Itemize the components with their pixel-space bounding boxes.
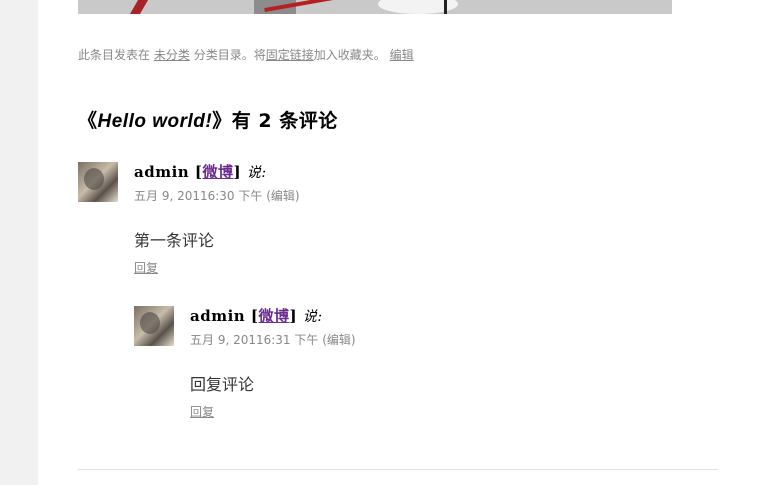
category-link[interactable]: 未分类 (154, 48, 190, 62)
comment-text: 回复评论 (190, 375, 255, 394)
comment-date-link[interactable]: 五月 9, 20116:30 下午 (134, 189, 262, 203)
post-title: Hello world! (97, 111, 213, 132)
bracket-open: [ (250, 307, 259, 325)
bracket-open: [ (194, 163, 203, 181)
bracket-close: ] (289, 307, 298, 325)
permalink-link[interactable]: 固定链接 (266, 48, 314, 62)
entry-meta-mid: 分类目录。将 (193, 48, 266, 62)
says-label: 说: (246, 165, 267, 181)
entry-meta: 此条目发表在 未分类 分类目录。将固定链接加入收藏夹。 编辑 (78, 46, 414, 63)
author-name: admin (134, 163, 190, 181)
entry-meta-prefix: 此条目发表在 (78, 48, 151, 62)
edit-comment-link[interactable]: (编辑) (322, 333, 355, 347)
edit-comment-link[interactable]: (编辑) (266, 189, 299, 203)
avatar (78, 162, 118, 202)
header-image (78, 0, 672, 14)
divider (78, 469, 718, 470)
comment-date-link[interactable]: 五月 9, 20116:31 下午 (190, 333, 318, 347)
says-label: 说: (302, 309, 323, 325)
bracket-close: ] (233, 163, 242, 181)
reply-link[interactable]: 回复 (190, 403, 214, 420)
comment-meta: 五月 9, 20116:30 下午 (编辑) (134, 187, 300, 204)
title-open-bracket: 《 (78, 110, 98, 132)
reply-link[interactable]: 回复 (134, 259, 158, 276)
comments-title: 《Hello world!》有 2 条评论 (78, 106, 338, 133)
content-area: 此条目发表在 未分类 分类目录。将固定链接加入收藏夹。 编辑 《Hello wo… (38, 0, 757, 485)
entry-meta-suffix: 加入收藏夹。 (313, 48, 386, 62)
weibo-link[interactable]: 微博 (259, 307, 290, 325)
comment-author: admin [微博] 说: (134, 161, 267, 182)
avatar (134, 306, 174, 346)
author-name: admin (190, 307, 246, 325)
comment-author: admin [微博] 说: (190, 305, 323, 326)
comment-text: 第一条评论 (134, 231, 215, 250)
edit-post-link[interactable]: 编辑 (390, 48, 414, 62)
comment-meta: 五月 9, 20116:31 下午 (编辑) (190, 331, 356, 348)
title-comment-count: 》有 2 条评论 (212, 110, 338, 132)
weibo-link[interactable]: 微博 (203, 163, 234, 181)
